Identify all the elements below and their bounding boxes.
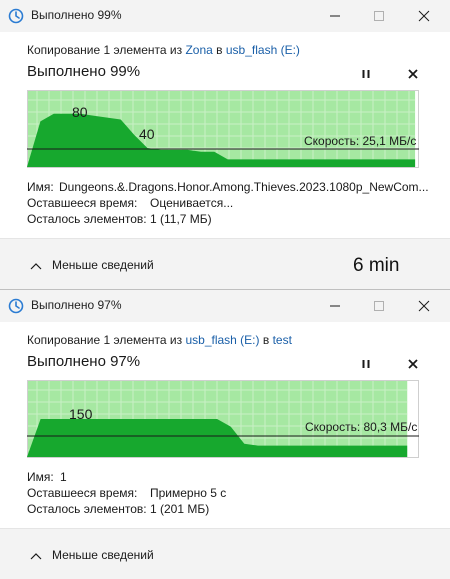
pause-icon[interactable] bbox=[358, 66, 374, 82]
overlay-annotation: 6 min bbox=[353, 255, 400, 276]
copy-middle: в bbox=[259, 333, 273, 347]
peak-label: 40 bbox=[139, 126, 155, 142]
destination-link[interactable]: test bbox=[273, 333, 292, 347]
items-remaining-value: 1 (201 МБ) bbox=[150, 502, 210, 516]
speed-label: Скорость: 80,3 МБ/с bbox=[305, 420, 418, 434]
peak-label: 150 bbox=[69, 406, 93, 422]
minimize-icon[interactable] bbox=[325, 296, 345, 316]
items-remaining-row: Осталось элементов: 1 (11,7 МБ) bbox=[27, 212, 212, 226]
window-title: Выполнено 99% bbox=[31, 8, 122, 22]
file-explorer-progress-icon bbox=[8, 298, 24, 314]
source-link[interactable]: usb_flash (E:) bbox=[185, 333, 259, 347]
chevron-up-icon bbox=[30, 261, 42, 275]
window-title: Выполнено 97% bbox=[31, 298, 122, 312]
copy-dialog-1: Выполнено 99% Копирование 1 элемента из … bbox=[0, 0, 450, 289]
copy-prefix: Копирование 1 элемента из bbox=[27, 43, 186, 57]
items-remaining-row: Осталось элементов: 1 (201 МБ) bbox=[27, 502, 209, 516]
time-remaining-value: Оцениваетcя... bbox=[150, 196, 234, 210]
dialog-footer: Меньше сведений bbox=[0, 528, 450, 579]
time-remaining-row: Оставшееся время: Оцениваетcя... bbox=[27, 196, 233, 210]
items-remaining-label: Осталось элементов: bbox=[27, 502, 147, 516]
cancel-icon[interactable] bbox=[405, 356, 421, 372]
name-value: 1 bbox=[60, 470, 67, 484]
time-remaining-label: Оставшееся время: bbox=[27, 196, 138, 210]
title-bar[interactable]: Выполнено 97% bbox=[0, 290, 450, 322]
time-remaining-row: Оставшееся время: Примерно 5 с bbox=[27, 486, 226, 500]
name-label: Имя: bbox=[27, 470, 54, 484]
items-remaining-label: Осталось элементов: bbox=[27, 212, 147, 226]
source-link[interactable]: Zona bbox=[185, 43, 212, 57]
progress-heading: Выполнено 97% bbox=[27, 353, 141, 370]
maximize-icon[interactable] bbox=[369, 296, 389, 316]
file-explorer-progress-icon bbox=[8, 8, 24, 24]
name-label: Имя: bbox=[27, 180, 54, 194]
less-details-label: Меньше сведений bbox=[52, 548, 154, 562]
name-value: Dungeons.&.Dragons.Honor.Among.Thieves.2… bbox=[59, 180, 429, 194]
copy-description: Копирование 1 элемента из Zona в usb_fla… bbox=[27, 43, 300, 57]
peak-label: 80 bbox=[72, 104, 88, 120]
progress-heading: Выполнено 99% bbox=[27, 63, 141, 80]
speed-label: Скорость: 25,1 МБ/с bbox=[304, 134, 417, 148]
close-icon[interactable] bbox=[414, 6, 434, 26]
destination-link[interactable]: usb_flash (E:) bbox=[226, 43, 300, 57]
title-bar[interactable]: Выполнено 99% bbox=[0, 0, 450, 32]
name-row: Имя: Dungeons.&.Dragons.Honor.Among.Thie… bbox=[27, 180, 429, 194]
minimize-icon[interactable] bbox=[325, 6, 345, 26]
items-remaining-value: 1 (11,7 МБ) bbox=[150, 212, 212, 226]
copy-description: Копирование 1 элемента из usb_flash (E:)… bbox=[27, 333, 292, 347]
maximize-icon[interactable] bbox=[369, 6, 389, 26]
less-details-label: Меньше сведений bbox=[52, 258, 154, 272]
copy-prefix: Копирование 1 элемента из bbox=[27, 333, 186, 347]
close-icon[interactable] bbox=[414, 296, 434, 316]
time-remaining-value: Примерно 5 с bbox=[150, 486, 227, 500]
speed-graph bbox=[27, 90, 419, 168]
chevron-up-icon bbox=[30, 551, 42, 565]
pause-icon[interactable] bbox=[358, 356, 374, 372]
copy-middle: в bbox=[212, 43, 226, 57]
cancel-icon[interactable] bbox=[405, 66, 421, 82]
name-row: Имя: 1 bbox=[27, 470, 67, 484]
copy-dialog-2: Выполнено 97% Копирование 1 элемента из … bbox=[0, 289, 450, 579]
time-remaining-label: Оставшееся время: bbox=[27, 486, 138, 500]
